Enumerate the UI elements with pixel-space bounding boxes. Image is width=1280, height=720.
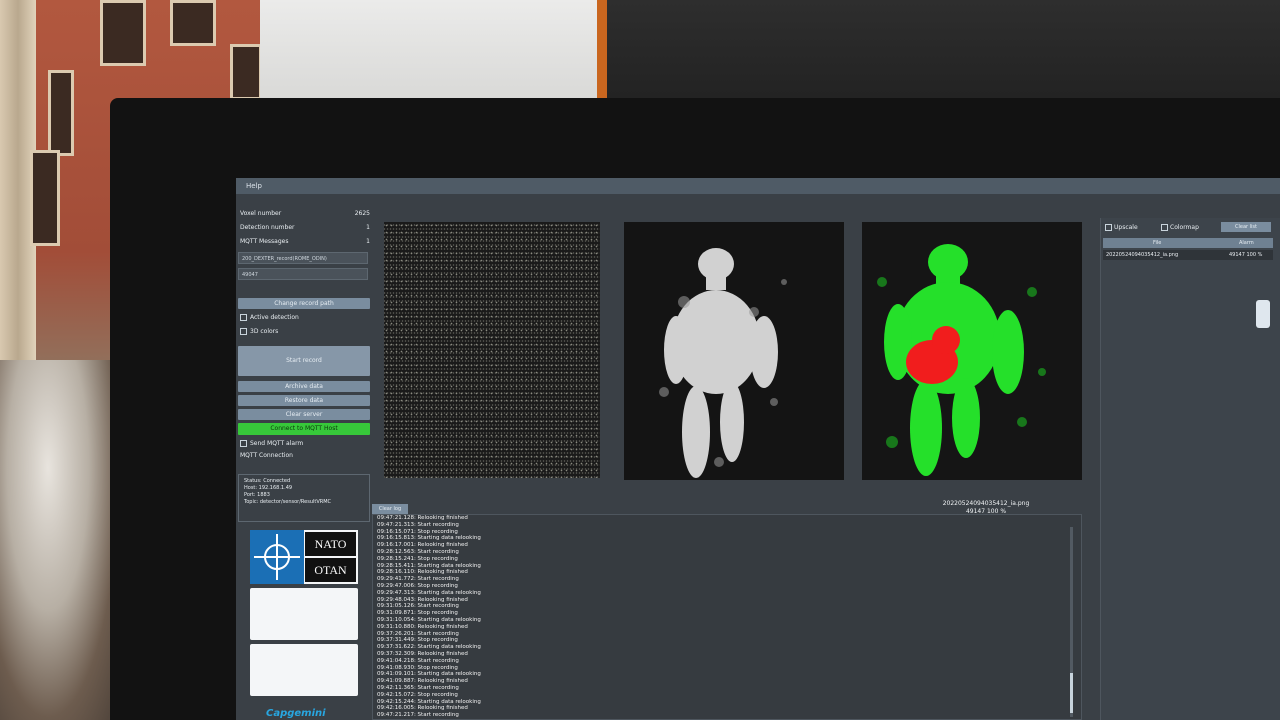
- clear-log-button[interactable]: Clear log: [372, 504, 408, 514]
- restore-data-button[interactable]: Restore data: [238, 395, 370, 406]
- app-window: Help Voxel number 2625 Detection number …: [236, 178, 1280, 720]
- colormap-checkbox[interactable]: Colormap: [1161, 224, 1199, 231]
- mqtt-status-box: Status: Connected Host: 192.168.1.49 Por…: [238, 474, 370, 522]
- stat-label: Voxel number: [240, 210, 282, 217]
- checkbox-box[interactable]: [240, 328, 247, 335]
- stat-value: 2625: [354, 210, 370, 217]
- stat-value: 1: [366, 224, 370, 231]
- stat-label: MQTT Messages: [240, 238, 289, 245]
- log-line: 09:37:31.449: Stop recording: [377, 637, 458, 644]
- raw-radar-image: [384, 222, 600, 478]
- log-line: 09:29:47.006: Stop recording: [377, 582, 458, 589]
- clear-server-button[interactable]: Clear server: [238, 409, 370, 420]
- clear-list-button[interactable]: Clear list: [1221, 222, 1271, 232]
- upscale-checkbox[interactable]: Upscale: [1105, 224, 1138, 231]
- checkbox-label: Colormap: [1170, 224, 1199, 231]
- stat-mqtt-messages: MQTT Messages 1: [240, 238, 370, 245]
- log-line: 09:29:48.043: Relooking finished: [377, 596, 468, 603]
- log-lines: 09:47:21.128: Relooking finished 09:47:21…: [373, 515, 1081, 719]
- log-line: 09:28:16.110: Relooking finished: [377, 569, 468, 576]
- reconstructed-body-image: [624, 222, 844, 480]
- log-line: 09:29:47.313: Starting data relooking: [377, 589, 481, 596]
- log-line: 09:37:26.201: Start recording: [377, 630, 459, 637]
- mqtt-status: Status: Connected: [244, 478, 291, 484]
- archive-data-button[interactable]: Archive data: [238, 381, 370, 392]
- otan-text: OTAN: [305, 558, 356, 582]
- background-wall: [260, 0, 600, 110]
- checkbox-label: Upscale: [1114, 224, 1138, 231]
- record-id-field[interactable]: 49047: [238, 268, 368, 280]
- start-record-button[interactable]: Start record: [238, 346, 370, 376]
- mqtt-host: Host: 192.168.1.49: [244, 485, 293, 491]
- results-panel: Upscale Colormap Clear list File Alarm 2…: [1100, 218, 1280, 720]
- log-line: 09:31:05.126: Start recording: [377, 603, 459, 610]
- col-file: File: [1153, 240, 1162, 246]
- log-line: 09:16:15.071: Stop recording: [377, 528, 458, 535]
- log-line: 09:41:04.218: Start recording: [377, 657, 459, 664]
- log-line: 09:42:15.244: Starting data relooking: [377, 698, 481, 705]
- log-line: 09:37:32.309: Relooking finished: [377, 650, 468, 657]
- log-scrollbar[interactable]: [1070, 527, 1073, 717]
- checkbox-label: Active detection: [250, 314, 299, 321]
- nato-text: NATO: [305, 532, 356, 556]
- nato-otan-logo: NATO OTAN: [250, 530, 358, 584]
- log-line: 09:31:10.054: Starting data relooking: [377, 616, 481, 623]
- background-orange-post: [597, 0, 607, 105]
- log-line: 09:16:17.001: Relooking finished: [377, 542, 468, 549]
- log-line: 09:47:21.217: Start recording: [377, 712, 459, 719]
- mqtt-port: Port: 1883: [244, 492, 270, 498]
- checkbox-box[interactable]: [1105, 224, 1112, 231]
- log-line: 09:42:16.005: Relooking finished: [377, 705, 468, 712]
- log-line: 09:42:11.365: Start recording: [377, 684, 459, 691]
- window-titlebar: Help: [236, 178, 1280, 194]
- col-alarm: Alarm: [1239, 240, 1254, 246]
- log-line: 09:28:12.563: Start recording: [377, 548, 459, 555]
- capgemini-logo: Capgemini: [266, 708, 326, 719]
- checkbox-box[interactable]: [1161, 224, 1168, 231]
- detection-filename: 20220524094035412_ia.png: [942, 500, 1030, 507]
- stat-label: Detection number: [240, 224, 295, 231]
- 3d-colors-checkbox[interactable]: 3D colors: [240, 328, 278, 335]
- scroll-thumb[interactable]: [1070, 673, 1073, 713]
- log-line: 09:47:21.128: Relooking finished: [377, 515, 468, 521]
- log-line: 09:41:09.887: Relooking finished: [377, 678, 468, 685]
- stat-value: 1: [366, 238, 370, 245]
- stat-voxel-number: Voxel number 2625: [240, 210, 370, 217]
- log-line: 09:16:15.813: Starting data relooking: [377, 535, 481, 542]
- log-line: 09:31:09.871: Stop recording: [377, 610, 458, 617]
- side-handle: [1256, 300, 1270, 328]
- active-detection-checkbox[interactable]: Active detection: [240, 314, 299, 321]
- log-line: 09:37:31.622: Starting data relooking: [377, 644, 481, 651]
- table-row[interactable]: 20220524094035412_ia.png 49147 100 %: [1103, 250, 1273, 260]
- change-record-path-button[interactable]: Change record path: [238, 298, 370, 309]
- stat-detection-number: Detection number 1: [240, 224, 370, 231]
- log-line: 09:28:15.241: Stop recording: [377, 555, 458, 562]
- checkbox-label: 3D colors: [250, 328, 279, 335]
- event-log[interactable]: 09:47:21.128: Relooking finished 09:47:21…: [372, 514, 1082, 720]
- log-line: 09:42:15.072: Stop recording: [377, 691, 458, 698]
- detection-overlay-image: [862, 222, 1082, 480]
- results-table-header: File Alarm: [1103, 238, 1273, 248]
- logo-placeholder-1: [250, 588, 358, 640]
- row-alarm: 49147 100 %: [1229, 252, 1263, 258]
- log-line: 09:41:08.930: Stop recording: [377, 664, 458, 671]
- connect-mqtt-button[interactable]: Connect to MQTT Host: [238, 423, 370, 435]
- send-mqtt-alarm-checkbox[interactable]: Send MQTT alarm: [240, 440, 303, 447]
- log-line: 09:29:41.772: Start recording: [377, 576, 459, 583]
- mqtt-topic: Topic: detector/sensor/ResultVRMC: [244, 499, 332, 505]
- record-path-field[interactable]: 200_DEXTER_record(ROME_ODIN): [238, 252, 368, 264]
- log-line: 09:31:10.880: Relooking finished: [377, 623, 468, 630]
- control-panel: Voxel number 2625 Detection number 1 MQT…: [236, 194, 378, 720]
- log-line: 09:28:15.411: Starting data relooking: [377, 562, 481, 569]
- checkbox-label: Send MQTT alarm: [250, 440, 304, 447]
- nato-compass-icon: [250, 530, 304, 584]
- log-line: 09:47:21.313: Start recording: [377, 521, 459, 528]
- checkbox-box[interactable]: [240, 440, 247, 447]
- background-fountain: [0, 360, 120, 720]
- logo-placeholder-2: [250, 644, 358, 696]
- log-line: 09:41:09.101: Starting data relooking: [377, 671, 481, 678]
- mqtt-connection-title: MQTT Connection: [240, 452, 293, 459]
- row-file: 20220524094035412_ia.png: [1106, 252, 1179, 258]
- checkbox-box[interactable]: [240, 314, 247, 321]
